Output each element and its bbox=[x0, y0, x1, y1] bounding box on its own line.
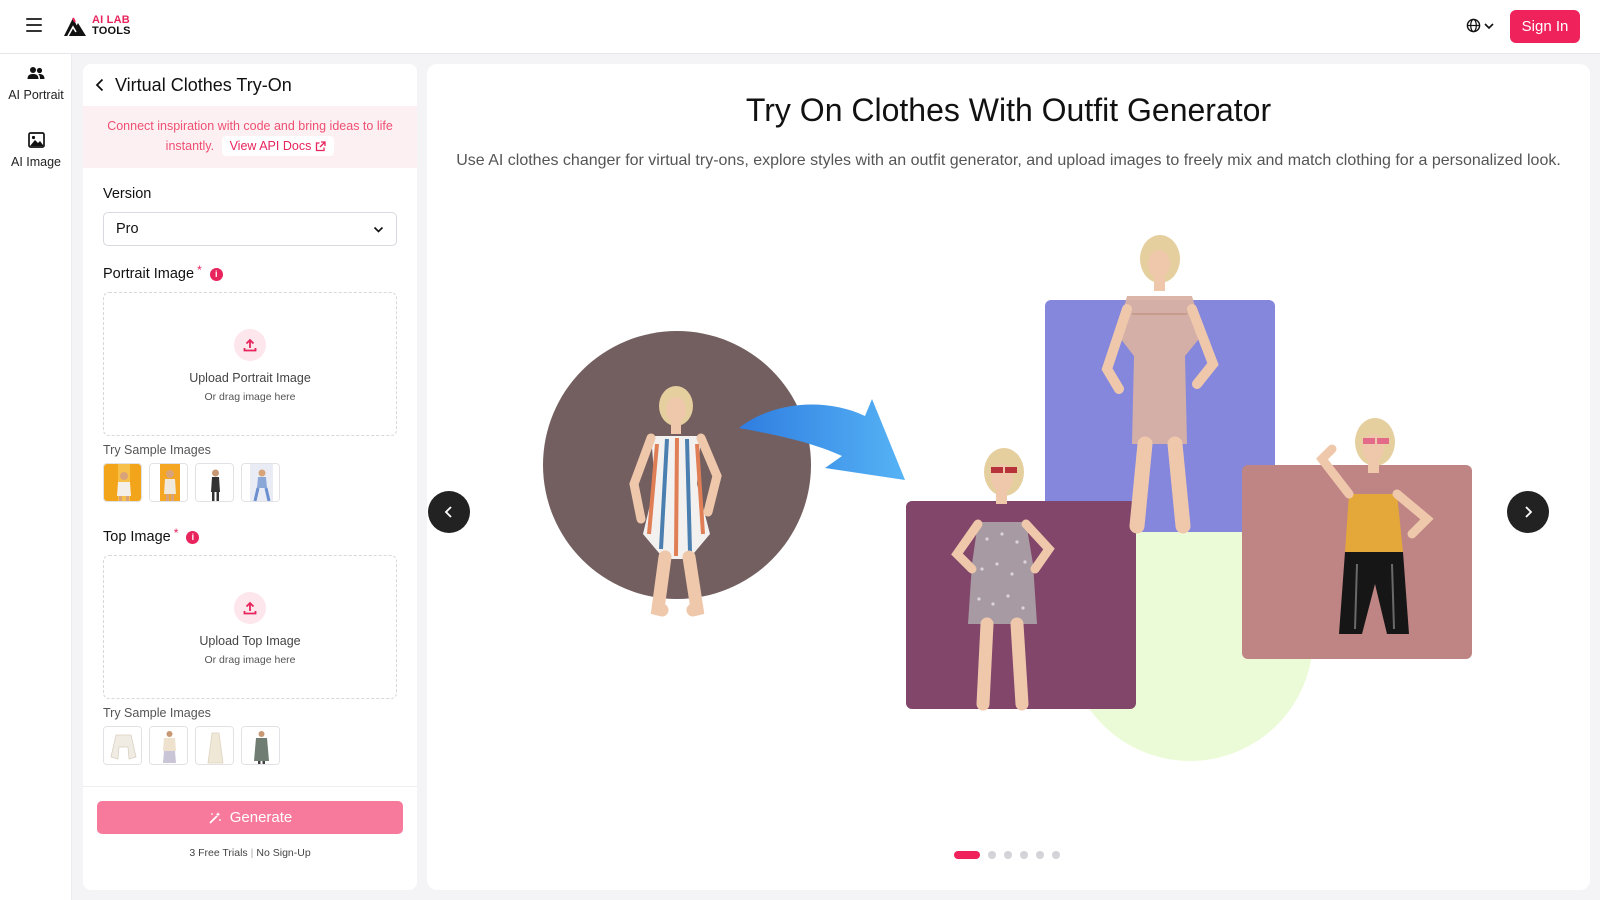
chevron-left-icon bbox=[444, 506, 452, 518]
version-label: Version bbox=[103, 186, 152, 202]
top-image-label: Top Image * i bbox=[103, 526, 200, 545]
logo[interactable]: AI LAB TOOLS bbox=[62, 14, 131, 38]
upload-subtitle: Or drag image here bbox=[204, 654, 296, 666]
try-on-panel: Virtual Clothes Try-On Connect inspirati… bbox=[83, 64, 417, 890]
upload-title: Upload Top Image bbox=[199, 634, 301, 648]
source-model-figure bbox=[629, 386, 722, 617]
sample-portrait-thumb[interactable] bbox=[103, 463, 142, 502]
panel-header: Virtual Clothes Try-On bbox=[83, 64, 417, 106]
transform-arrow bbox=[739, 399, 905, 480]
generate-button[interactable]: Generate bbox=[97, 801, 403, 834]
showcase-illustration bbox=[543, 235, 1472, 761]
top-sample-list bbox=[103, 726, 280, 765]
external-link-icon bbox=[316, 140, 326, 151]
result-figure-yellow-top bbox=[1316, 418, 1434, 634]
upload-icon bbox=[234, 592, 266, 624]
top-upload-dropzone[interactable]: Upload Top Image Or drag image here bbox=[103, 555, 397, 699]
generate-label: Generate bbox=[229, 809, 293, 826]
logo-line2: TOOLS bbox=[92, 25, 131, 37]
sample-images-label: Try Sample Images bbox=[103, 443, 211, 457]
carousel-dot[interactable] bbox=[1004, 851, 1012, 859]
sample-top-thumb[interactable] bbox=[103, 726, 142, 765]
carousel-prev-button[interactable] bbox=[428, 491, 470, 533]
result-figure-sheer-dress bbox=[1101, 235, 1219, 534]
image-icon bbox=[27, 132, 45, 148]
portrait-image-label: Portrait Image * i bbox=[103, 263, 223, 282]
info-icon[interactable]: i bbox=[186, 530, 200, 544]
chevron-down-icon bbox=[373, 226, 384, 233]
carousel-dot[interactable] bbox=[988, 851, 996, 859]
sidebar-item-ai-portrait[interactable]: AI Portrait bbox=[0, 66, 72, 104]
carousel-next-button[interactable] bbox=[1507, 491, 1549, 533]
showcase-carousel: Try On Clothes With Outfit Generator Use… bbox=[427, 64, 1590, 890]
api-link-label: View API Docs bbox=[229, 139, 312, 153]
showcase-description: Use AI clothes changer for virtual try-o… bbox=[456, 152, 1561, 169]
sample-top-thumb[interactable] bbox=[241, 726, 280, 765]
carousel-pagination bbox=[954, 851, 1060, 859]
magic-wand-icon bbox=[209, 811, 221, 824]
upload-title: Upload Portrait Image bbox=[189, 371, 311, 385]
sidebar-item-label: AI Portrait bbox=[8, 88, 64, 102]
page-title: Virtual Clothes Try-On bbox=[115, 74, 292, 95]
portrait-sample-list bbox=[103, 463, 280, 502]
globe-icon bbox=[1466, 18, 1481, 33]
showcase-title: Try On Clothes With Outfit Generator bbox=[745, 92, 1272, 128]
sample-portrait-thumb[interactable] bbox=[195, 463, 234, 502]
sample-top-thumb[interactable] bbox=[195, 726, 234, 765]
version-value: Pro bbox=[116, 221, 139, 237]
upload-subtitle: Or drag image here bbox=[204, 391, 296, 403]
info-icon[interactable]: i bbox=[209, 267, 223, 281]
sign-in-button[interactable]: Sign In bbox=[1510, 10, 1580, 43]
sample-portrait-thumb[interactable] bbox=[241, 463, 280, 502]
carousel-dot[interactable] bbox=[1036, 851, 1044, 859]
portrait-upload-dropzone[interactable]: Upload Portrait Image Or drag image here bbox=[103, 292, 397, 436]
sidebar-item-label: AI Image bbox=[10, 155, 62, 169]
upload-icon bbox=[234, 329, 266, 361]
logo-mark-icon bbox=[64, 17, 86, 37]
top-header: AI LAB TOOLS Sign In bbox=[0, 0, 1600, 54]
chevron-right-icon bbox=[1525, 506, 1533, 518]
api-banner: Connect inspiration with code and bring … bbox=[83, 106, 417, 168]
free-trials-note: 3 Free Trials | No Sign-Up bbox=[189, 847, 311, 859]
carousel-dot[interactable] bbox=[1052, 851, 1060, 859]
sample-top-thumb[interactable] bbox=[149, 726, 188, 765]
version-select[interactable]: Pro bbox=[103, 212, 397, 246]
menu-icon[interactable] bbox=[26, 18, 42, 32]
result-figure-sparkle-dress bbox=[951, 448, 1055, 711]
left-rail: AI Portrait AI Image bbox=[0, 54, 72, 900]
panel-footer: Generate 3 Free Trials | No Sign-Up bbox=[83, 786, 417, 890]
view-api-docs-link[interactable]: View API Docs bbox=[221, 136, 335, 156]
carousel-dot[interactable] bbox=[954, 851, 980, 859]
language-selector[interactable] bbox=[1466, 18, 1494, 33]
chevron-down-icon bbox=[1484, 22, 1494, 29]
sample-portrait-thumb[interactable] bbox=[149, 463, 188, 502]
back-icon[interactable] bbox=[95, 78, 105, 92]
users-icon bbox=[27, 67, 45, 79]
carousel-dot[interactable] bbox=[1020, 851, 1028, 859]
sample-images-label: Try Sample Images bbox=[103, 706, 211, 720]
sidebar-item-ai-image[interactable]: AI Image bbox=[0, 132, 72, 171]
